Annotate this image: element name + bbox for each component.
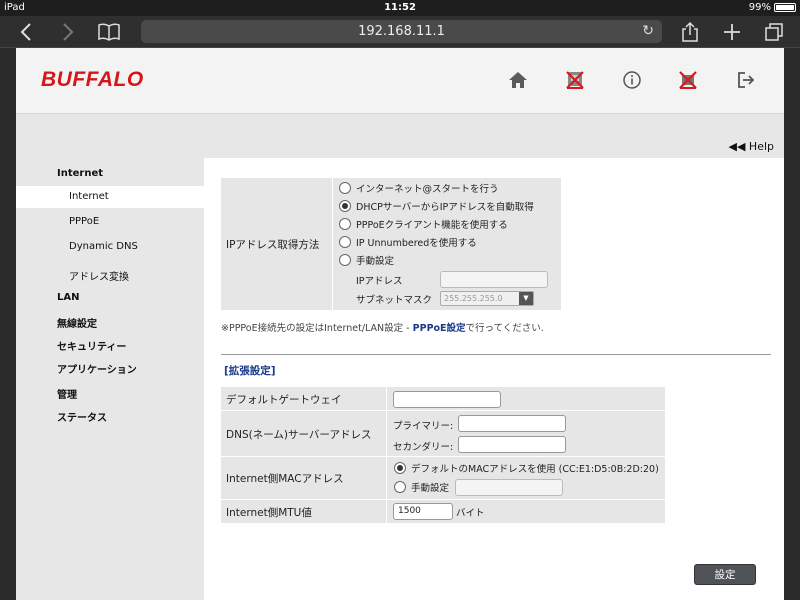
pppoe-settings-link[interactable]: PPPoE設定 (413, 323, 466, 334)
bookmarks-icon[interactable] (96, 20, 122, 44)
back-icon[interactable] (13, 20, 39, 44)
sidebar-item-pppoe[interactable]: PPPoE (69, 216, 99, 227)
option-pppoe[interactable]: PPPoEクライアント機能を使用する (339, 217, 508, 231)
apply-button[interactable]: 設定 (694, 564, 756, 585)
page-header: BUFFALO (16, 48, 784, 114)
buffalo-logo: BUFFALO (41, 68, 144, 91)
battery-icon (774, 3, 796, 12)
mac-label: Internet側MACアドレス (226, 473, 344, 485)
radio-icon[interactable] (394, 481, 406, 493)
table-row-separator (221, 499, 665, 500)
table-row-separator (221, 456, 665, 457)
sidebar-item-address-translation[interactable]: アドレス変換 (69, 268, 129, 283)
status-bar: iPad 11:52 99% (0, 0, 800, 16)
radio-selected-icon[interactable] (339, 200, 351, 212)
sidebar-item-dynamic-dns[interactable]: Dynamic DNS (69, 241, 138, 252)
new-tab-icon[interactable] (719, 20, 745, 44)
pppoe-note: ※PPPoE接続先の設定はInternet/LAN設定 - PPPoE設定で行っ… (221, 323, 544, 334)
sidebar-item-wireless[interactable]: 無線設定 (57, 315, 97, 330)
dns-primary-label: プライマリー: (393, 421, 454, 432)
option-ip-unnumbered[interactable]: IP Unnumberedを使用する (339, 235, 477, 249)
sidebar-item-security[interactable]: セキュリティー (57, 338, 126, 353)
radio-icon[interactable] (339, 218, 351, 230)
mtu-input[interactable]: 1500 (393, 503, 453, 520)
dns-secondary-label: セカンダリー: (393, 442, 454, 453)
info-icon[interactable] (620, 68, 644, 92)
option-dhcp[interactable]: DHCPサーバーからIPアドレスを自動取得 (339, 199, 534, 213)
option-manual[interactable]: 手動設定 (339, 253, 394, 267)
chevron-down-icon: ▼ (519, 292, 533, 305)
browser-toolbar: 192.168.11.1 ↻ (0, 16, 800, 48)
sidebar-item-internet-group[interactable]: Internet (57, 168, 103, 179)
url-text: 192.168.11.1 (358, 24, 445, 39)
table-column-separator (386, 387, 387, 523)
reload-icon[interactable]: ↻ (642, 20, 654, 43)
option-default-mac[interactable]: デフォルトのMACアドレスを使用 (CC:E1:D5:0B:2D:20) (394, 461, 659, 475)
option-internet-start[interactable]: インターネット@スタートを行う (339, 181, 499, 195)
sidebar-item-status[interactable]: ステータス (57, 409, 107, 424)
share-icon[interactable] (677, 20, 703, 44)
table-row-separator (221, 410, 665, 411)
logout-icon[interactable] (734, 68, 758, 92)
tabs-icon[interactable] (761, 20, 787, 44)
ip-address-label: IPアドレス (356, 276, 403, 287)
radio-icon[interactable] (339, 254, 351, 266)
wireless-disabled-icon[interactable] (676, 68, 700, 92)
radio-icon[interactable] (339, 182, 351, 194)
sidebar-active-highlight (16, 186, 204, 208)
dns-secondary-input[interactable] (458, 436, 566, 453)
rewind-icon: ◀◀ (728, 140, 746, 153)
mtu-unit: バイト (456, 508, 485, 519)
radio-selected-icon[interactable] (394, 462, 406, 474)
forward-icon[interactable] (55, 20, 81, 44)
ip-method-label: IPアドレス取得方法 (226, 239, 320, 251)
gateway-input[interactable] (393, 391, 501, 408)
extended-settings-title: [拡張設定] (224, 365, 276, 377)
sidebar-item-application[interactable]: アプリケーション (57, 361, 137, 376)
gateway-label: デフォルトゲートウェイ (226, 394, 342, 406)
mac-manual-input[interactable] (455, 479, 563, 496)
clock: 11:52 (384, 2, 416, 13)
ip-address-input[interactable] (440, 271, 548, 288)
battery-percent: 99% (748, 2, 771, 13)
radio-icon[interactable] (339, 236, 351, 248)
dns-primary-input[interactable] (458, 415, 566, 432)
help-link[interactable]: ◀◀ Help (729, 140, 775, 153)
option-manual-mac[interactable]: 手動設定 (394, 480, 449, 494)
address-bar[interactable]: 192.168.11.1 ↻ (141, 20, 662, 43)
sidebar-item-admin[interactable]: 管理 (57, 386, 77, 401)
divider (221, 354, 771, 355)
subnet-mask-label: サブネットマスク (356, 295, 433, 306)
home-icon[interactable] (506, 68, 530, 92)
sidebar-item-internet[interactable]: Internet (69, 191, 109, 202)
network-disabled-icon[interactable] (563, 68, 587, 92)
dns-label: DNS(ネーム)サーバーアドレス (226, 429, 372, 441)
subnet-mask-select[interactable]: 255.255.255.0 ▼ (440, 291, 534, 306)
mtu-label: Internet側MTU値 (226, 507, 312, 519)
sidebar-item-lan[interactable]: LAN (57, 292, 79, 303)
